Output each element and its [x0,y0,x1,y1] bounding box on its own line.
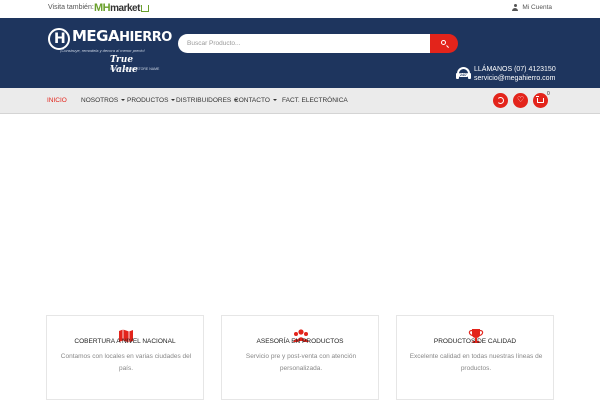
nav-item-contacto[interactable]: CONTACTO [234,97,277,104]
brand-slogan: ¡Construye, remodela y decora al menor p… [60,48,145,53]
search-icon [441,40,446,45]
nav-item-inicio[interactable]: INICIO [47,97,67,104]
feature-description: Excelente calidad en todas nuestras líne… [409,353,543,372]
mh-logo-text: MH [94,2,111,14]
feature-description: Contamos con locales en varias ciudades … [60,353,192,372]
wishlist-button[interactable] [513,93,528,108]
cart-count-badge: 0 [547,91,550,97]
megahierro-logo[interactable]: MEGAHIERRO ¡Construye, remodela y decora… [48,26,172,76]
nav-item-productos[interactable]: PRODUCTOS [127,97,176,104]
top-bar: Visita también: MHmarket Mi Cuenta [0,0,600,18]
visit-label: Visita también: [48,4,94,11]
chevron-down-icon [171,99,176,102]
feature-card-coverage: COBERTURA A NIVEL NACIONAL Contamos con … [46,315,204,400]
feature-title: ASESORÍA EN PRODUCTOS [256,338,344,345]
chevron-down-icon [121,99,126,102]
headset-icon: 24/7 [456,67,471,81]
cart-logo-icon [140,4,149,12]
feature-title: COBERTURA A NIVEL NACIONAL [74,338,176,345]
market-logo-text: market [110,3,140,14]
support-hours-badge: 24/7 [459,73,468,77]
sync-icon [497,97,504,104]
user-icon [512,4,519,11]
my-account-link[interactable]: Mi Cuenta [512,4,552,11]
cart-icon [536,96,544,103]
cart-button[interactable] [533,93,548,108]
brand-name: MEGAHIERRO [72,27,172,45]
search-button[interactable] [430,34,458,53]
nav-item-fact-electronica[interactable]: FACT. ELECTRÓNICA [282,97,348,104]
chevron-down-icon [272,99,277,102]
account-label: Mi Cuenta [522,4,552,11]
mh-market-logo[interactable]: MHmarket [94,2,149,15]
main-nav: INICIO NOSOTROS PRODUCTOS DISTRIBUIDORES… [0,88,600,114]
true-value-subtext: STORE NAME • STORE NAME [110,67,160,71]
nav-item-distribuidores[interactable]: DISTRIBUIDORES [176,97,239,104]
header: MEGAHIERRO ¡Construye, remodela y decora… [0,18,600,88]
feature-title: PRODUCTOS DE CALIDAD [433,338,517,345]
search-bar [178,34,458,53]
feature-card-quality: PRODUCTOS DE CALIDAD Excelente calidad e… [396,315,554,400]
true-value-logo: True Value [110,55,138,75]
phone-label[interactable]: LLÁMANOS (07) 4123150 [474,66,556,73]
feature-card-advice: ASESORÍA EN PRODUCTOS Servicio pre y pos… [221,315,379,400]
compare-button[interactable] [493,93,508,108]
email-link[interactable]: servicio@megahierro.com [474,75,555,82]
feature-description: Servicio pre y post-venta con atención p… [245,353,357,372]
nav-item-nosotros[interactable]: NOSOTROS [81,97,126,104]
logo-badge-icon [48,28,70,50]
contact-info: 24/7 LLÁMANOS (07) 4123150 servicio@mega… [456,66,566,90]
heart-icon [517,95,524,104]
search-input[interactable] [178,34,430,53]
